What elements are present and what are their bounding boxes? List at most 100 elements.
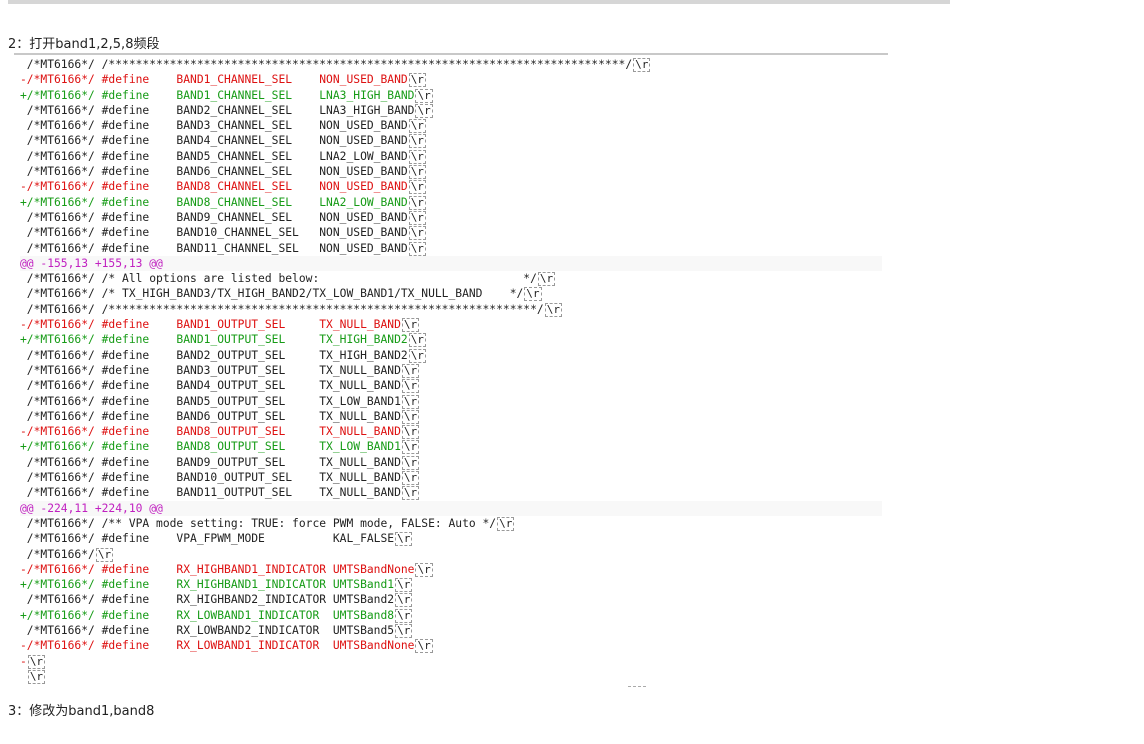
carriage-return-marker: \r [408,180,426,195]
diff-added-line: +/*MT6166*/ #define RX_HIGHBAND1_INDICAT… [20,577,882,593]
diff-line-text: /*MT6166*/ #define BAND6_CHANNEL_SEL NON… [20,165,408,179]
carriage-return-marker: \r [401,363,420,378]
diff-context-line: /*MT6166*/ /****************************… [20,57,882,72]
carriage-return-marker: \r [408,333,426,348]
carriage-return-marker: \r [401,379,420,394]
diff-line-text: /*MT6166*/ /* TX_HIGH_BAND3/TX_HIGH_BAND… [20,287,524,301]
diff-removed-line: - \r [20,654,882,669]
carriage-return-marker: \r [401,318,420,333]
diff-context-line: \r [20,669,882,684]
carriage-return-marker: \r [633,58,651,72]
diff-context-line: /*MT6166*/ #define BAND9_OUTPUT_SEL TX_N… [20,455,882,470]
carriage-return-marker: \r [401,425,420,440]
diff-removed-line: -/*MT6166*/ #define BAND1_CHANNEL_SEL NO… [20,72,882,88]
diff-context-line: /*MT6166*/ /** VPA mode setting: TRUE: f… [20,516,882,531]
diff-context-line: /*MT6166*/ #define BAND2_CHANNEL_SEL LNA… [20,103,882,118]
diff-line-text: /*MT6166*/ /****************************… [20,58,633,71]
diff-line-text: /*MT6166*/ #define VPA_FPWM_MODE KAL_FAL… [20,532,395,546]
diff-line-text: /*MT6166*/ #define BAND3_OUTPUT_SEL TX_N… [20,363,401,377]
diff-line-text: - [20,654,27,668]
diff-line-text: -/*MT6166*/ #define BAND8_OUTPUT_SEL TX_… [20,425,401,439]
diff-line-text: -/*MT6166*/ #define BAND1_CHANNEL_SEL NO… [20,73,408,87]
carriage-return-marker: \r [408,149,426,164]
diff-context-line: /*MT6166*/ #define BAND2_OUTPUT_SEL TX_H… [20,348,882,363]
carriage-return-marker: \r [408,119,426,134]
diff-removed-line: -/*MT6166*/ #define RX_HIGHBAND1_INDICAT… [20,562,882,577]
carriage-return-marker: \r [401,471,420,486]
step-heading-modify-bands: 3：修改为band1,band8 [8,704,155,719]
carriage-return-marker: \r [408,134,426,149]
diff-line-text: -/*MT6166*/ #define BAND1_OUTPUT_SEL TX_… [20,318,401,332]
carriage-return-marker: \r [95,547,114,562]
diff-line-text: /*MT6166*/ #define BAND5_CHANNEL_SEL LNA… [20,149,408,163]
diff-context-line: /*MT6166*/ #define VPA_FPWM_MODE KAL_FAL… [20,531,882,547]
diff-hunk-header: @@ -224,11 +224,10 @@ [20,500,882,516]
diff-line-text: +/*MT6166*/ #define BAND1_CHANNEL_SEL LN… [20,88,415,102]
diff-line-text: /*MT6166*/ #define BAND2_CHANNEL_SEL LNA… [20,103,415,117]
diff-line-text: @@ -224,11 +224,10 @@ [20,501,163,515]
diff-line-text: /*MT6166*/ /****************************… [20,302,544,316]
diff-line-text: /*MT6166*/ /** VPA mode setting: TRUE: f… [20,516,497,530]
diff-added-line: +/*MT6166*/ #define BAND1_CHANNEL_SEL LN… [20,88,882,103]
diff-context-line: /*MT6166*/ #define BAND9_CHANNEL_SEL NON… [20,210,882,225]
diff-context-line: /*MT6166*/ #define RX_LOWBAND2_INDICATOR… [20,623,882,638]
carriage-return-marker: \r [395,623,413,638]
diff-line-text: /*MT6166*/ #define BAND2_OUTPUT_SEL TX_H… [20,348,408,362]
top-divider [8,0,950,4]
carriage-return-marker: \r [395,593,413,608]
diff-line-text: /*MT6166*/ #define BAND11_CHANNEL_SEL NO… [20,241,408,255]
carriage-return-marker: \r [401,486,420,501]
carriage-return-marker: \r [408,73,426,88]
diff-context-line: /*MT6166*/ #define BAND10_CHANNEL_SEL NO… [20,225,882,241]
carriage-return-marker: \r [408,226,426,241]
diff-line-text: -/*MT6166*/ #define BAND8_CHANNEL_SEL NO… [20,180,408,194]
diff-removed-line: -/*MT6166*/ #define BAND1_OUTPUT_SEL TX_… [20,317,882,333]
diff-line-text: @@ -155,13 +155,13 @@ [20,256,163,270]
carriage-return-marker: \r [401,394,420,409]
carriage-return-marker: \r [395,578,413,593]
carriage-return-marker: \r [27,669,46,684]
diff-context-line: /*MT6166*/ #define BAND11_OUTPUT_SEL TX_… [20,485,882,501]
diff-line-text: -/*MT6166*/ #define RX_HIGHBAND1_INDICAT… [20,562,415,576]
carriage-return-marker: \r [395,532,413,547]
diff-line-text: +/*MT6166*/ #define RX_LOWBAND1_INDICATO… [20,608,395,622]
diff-line-text: /*MT6166*/ #define BAND9_CHANNEL_SEL NON… [20,210,408,224]
diff-context-line: /*MT6166*/ #define BAND4_CHANNEL_SEL NON… [20,133,882,149]
diff-line-text: /*MT6166*/ [20,547,95,561]
diff-added-line: +/*MT6166*/ #define BAND1_OUTPUT_SEL TX_… [20,332,882,348]
diff-line-text: /*MT6166*/ #define BAND10_OUTPUT_SEL TX_… [20,471,401,485]
carriage-return-marker: \r [524,287,542,302]
diff-line-text: /*MT6166*/ #define BAND5_OUTPUT_SEL TX_L… [20,394,401,408]
code-diff-panel: /*MT6166*/ /****************************… [14,53,888,689]
carriage-return-marker: \r [401,440,420,455]
diff-line-text: /*MT6166*/ #define BAND6_OUTPUT_SEL TX_N… [20,409,401,423]
diff-context-line: /*MT6166*/ #define BAND4_OUTPUT_SEL TX_N… [20,378,882,394]
diff-context-line: /*MT6166*/ /****************************… [20,302,882,317]
step-heading-open-bands: 2：打开band1,2,5,8频段 [8,37,160,52]
carriage-return-marker: \r [497,516,515,531]
diff-line-text: /*MT6166*/ #define RX_LOWBAND2_INDICATOR… [20,623,395,637]
diff-context-line: /*MT6166*/\r [20,547,882,562]
diff-line-text: +/*MT6166*/ #define BAND1_OUTPUT_SEL TX_… [20,333,408,347]
diff-lines: /*MT6166*/ /****************************… [20,57,882,684]
carriage-return-marker: \r [415,639,433,654]
diff-line-text: +/*MT6166*/ #define RX_HIGHBAND1_INDICAT… [20,578,395,592]
diff-line-text: +/*MT6166*/ #define BAND8_OUTPUT_SEL TX_… [20,440,401,454]
carriage-return-marker: \r [415,562,433,577]
diff-line-text: /*MT6166*/ #define BAND3_CHANNEL_SEL NON… [20,119,408,133]
carriage-return-marker: \r [27,654,46,669]
scroll-hint-mark [628,686,646,690]
diff-context-line: /*MT6166*/ #define BAND6_OUTPUT_SEL TX_N… [20,409,882,424]
carriage-return-marker: \r [401,455,420,470]
diff-context-line: /*MT6166*/ /* TX_HIGH_BAND3/TX_HIGH_BAND… [20,286,882,302]
diff-context-line: /*MT6166*/ #define BAND6_CHANNEL_SEL NON… [20,164,882,180]
diff-line-text: /*MT6166*/ #define BAND4_CHANNEL_SEL NON… [20,134,408,148]
diff-context-line: /*MT6166*/ #define RX_HIGHBAND2_INDICATO… [20,592,882,608]
diff-line-text: /*MT6166*/ #define BAND10_CHANNEL_SEL NO… [20,226,408,240]
diff-line-text: /*MT6166*/ #define RX_HIGHBAND2_INDICATO… [20,593,395,607]
diff-context-line: /*MT6166*/ #define BAND5_OUTPUT_SEL TX_L… [20,394,882,409]
diff-line-text: -/*MT6166*/ #define RX_LOWBAND1_INDICATO… [20,639,415,653]
carriage-return-marker: \r [537,272,556,287]
diff-added-line: +/*MT6166*/ #define RX_LOWBAND1_INDICATO… [20,608,882,623]
diff-added-line: +/*MT6166*/ #define BAND8_CHANNEL_SEL LN… [20,195,882,210]
